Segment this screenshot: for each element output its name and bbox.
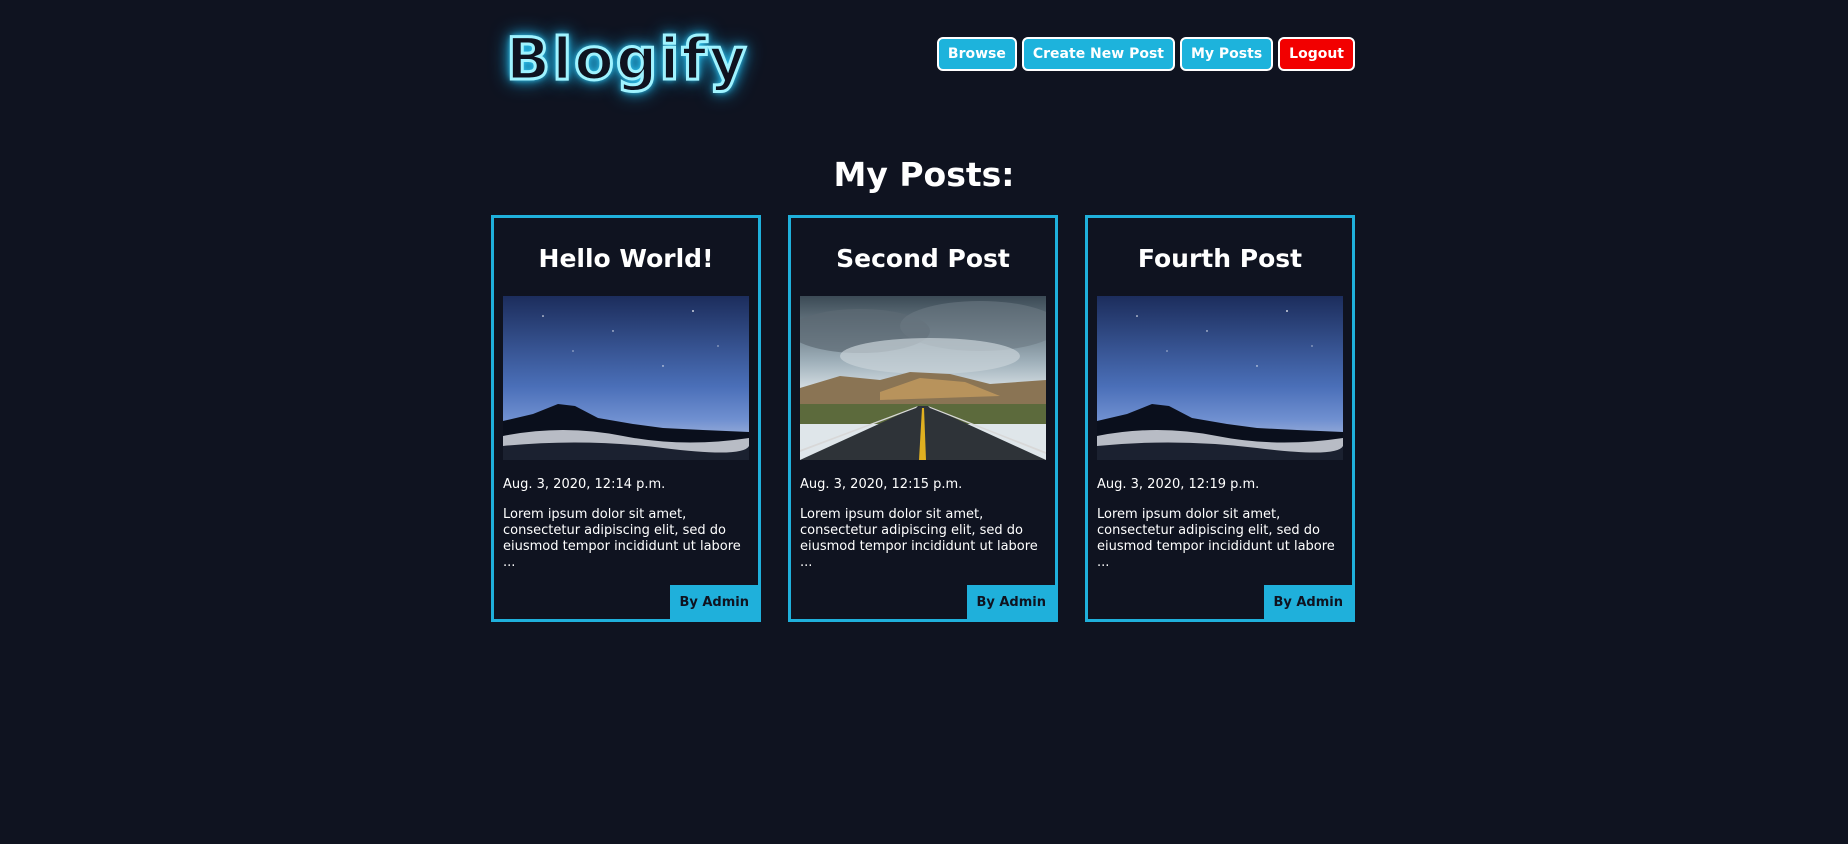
- post-date: Aug. 3, 2020, 12:19 p.m.: [1097, 477, 1260, 492]
- my-posts-button[interactable]: My Posts: [1179, 37, 1274, 71]
- post-card[interactable]: Hello World! Aug. 3, 2020, 12:14 p.m. Lo…: [491, 215, 761, 622]
- post-image-night-sky[interactable]: [503, 296, 749, 460]
- main-nav: Browse Create New Post My Posts Logout: [936, 37, 1355, 71]
- post-author-badge: By Admin: [1264, 585, 1352, 619]
- post-author-badge: By Admin: [967, 585, 1055, 619]
- logout-button[interactable]: Logout: [1278, 37, 1355, 71]
- post-card[interactable]: Fourth Post Aug. 3, 2020, 12:19 p.m. Lor…: [1085, 215, 1355, 622]
- blogify-logo[interactable]: Blogify: [504, 29, 748, 90]
- create-new-post-button[interactable]: Create New Post: [1021, 37, 1175, 71]
- night-sky-image: [503, 296, 749, 460]
- post-card[interactable]: Second Post Aug. 3, 2020, 12:15 p.m. Lor…: [788, 215, 1058, 622]
- post-title[interactable]: Hello World!: [494, 218, 758, 271]
- page: Blogify Browse Create New Post My Posts …: [0, 0, 1848, 844]
- post-excerpt: Lorem ipsum dolor sit amet, consectetur …: [503, 507, 741, 570]
- road-image: [800, 296, 1046, 460]
- post-list: Hello World! Aug. 3, 2020, 12:14 p.m. Lo…: [491, 215, 1355, 622]
- post-excerpt: Lorem ipsum dolor sit amet, consectetur …: [1097, 507, 1335, 570]
- post-date: Aug. 3, 2020, 12:15 p.m.: [800, 477, 963, 492]
- page-title: My Posts:: [833, 155, 1015, 194]
- post-author-badge: By Admin: [670, 585, 758, 619]
- post-date: Aug. 3, 2020, 12:14 p.m.: [503, 477, 666, 492]
- post-title[interactable]: Fourth Post: [1088, 218, 1352, 271]
- browse-button[interactable]: Browse: [936, 37, 1017, 71]
- post-image-road[interactable]: [800, 296, 1046, 460]
- post-title[interactable]: Second Post: [791, 218, 1055, 271]
- post-excerpt: Lorem ipsum dolor sit amet, consectetur …: [800, 507, 1038, 570]
- night-sky-image: [1097, 296, 1343, 460]
- post-image-night-sky[interactable]: [1097, 296, 1343, 460]
